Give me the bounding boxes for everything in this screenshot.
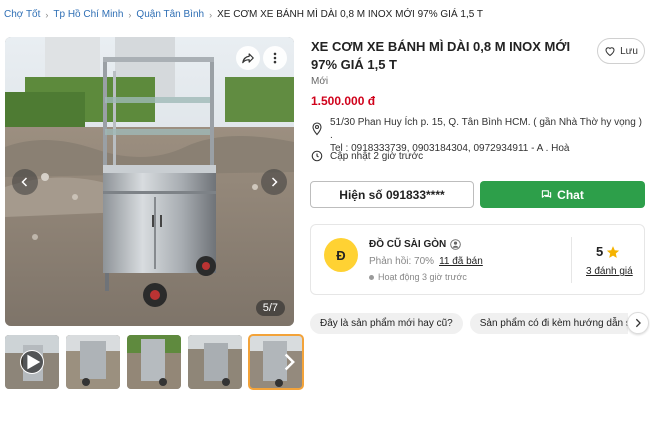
active-time: Hoạt động 3 giờ trước	[378, 272, 467, 282]
breadcrumb-link-district[interactable]: Quận Tân Bình	[136, 9, 204, 20]
thumbnail-video[interactable]	[5, 335, 59, 389]
image-gallery[interactable]: 5/7	[5, 37, 294, 326]
more-options-button[interactable]	[263, 46, 287, 70]
chevron-right-icon	[271, 177, 278, 187]
question-chip[interactable]: Sản phẩm có đi kèm hướng dẫn sử dụng khô…	[469, 313, 628, 334]
more-icon	[273, 52, 277, 64]
image-counter: 5/7	[255, 300, 285, 316]
share-icon	[242, 53, 254, 64]
breadcrumb-separator: ›	[45, 9, 49, 20]
divider	[571, 237, 572, 283]
condition-label: Mới	[311, 76, 329, 87]
share-button[interactable]	[236, 46, 260, 70]
gallery-next-button[interactable]	[261, 169, 287, 195]
updated-time: Cập nhật 2 giờ trước	[330, 150, 424, 162]
play-icon	[20, 350, 44, 374]
updated-row: Cập nhật 2 giờ trước	[311, 150, 423, 162]
seller-rating: 5	[596, 244, 620, 259]
sold-count-link[interactable]: 11 đã bán	[439, 256, 483, 267]
chevron-left-icon	[21, 177, 28, 187]
show-phone-button[interactable]: Hiện số 091833****	[310, 181, 474, 208]
status-dot	[369, 274, 374, 280]
thumbnail-image	[188, 335, 242, 389]
breadcrumb-link-city[interactable]: Tp Hồ Chí Minh	[53, 9, 123, 20]
chat-icon	[541, 190, 552, 198]
breadcrumb-current: XE CƠM XE BÁNH MÌ DÀI 0,8 M INOX MỚI 97%…	[217, 9, 483, 20]
thumbnail-image-2[interactable]	[66, 335, 120, 389]
user-icon	[450, 239, 462, 250]
seller-activity: Hoạt động 3 giờ trước	[369, 272, 467, 282]
seller-card[interactable]: Đ ĐỒ CŨ SÀI GÒN Phản hồi: 70% 11 đã bán H…	[310, 224, 645, 295]
thumbnail-image	[127, 335, 181, 389]
thumbnail-strip	[5, 334, 304, 390]
breadcrumb-separator: ›	[128, 9, 132, 20]
address-line: 51/30 Phan Huy Ích p. 15, Q. Tân Bình HC…	[330, 117, 642, 141]
reviews-link[interactable]: 3 đánh giá	[586, 266, 633, 277]
avatar[interactable]: Đ	[324, 238, 358, 272]
thumbnail-image	[66, 335, 120, 389]
chat-label: Chat	[557, 187, 584, 202]
breadcrumb-link-cho-tot[interactable]: Chợ Tốt	[4, 9, 40, 20]
save-button[interactable]: Lưu	[597, 38, 645, 64]
thumbnail-image-3[interactable]	[127, 335, 181, 389]
thumbnail-image-5-active[interactable]	[248, 334, 304, 390]
chevron-right-icon	[279, 350, 299, 374]
seller-name[interactable]: ĐỒ CŨ SÀI GÒN	[369, 239, 446, 250]
clock-icon	[311, 150, 323, 162]
thumbnail-image-4[interactable]	[188, 335, 242, 389]
gallery-prev-button[interactable]	[12, 169, 38, 195]
response-rate: Phản hồi: 70%	[369, 256, 435, 267]
seller-response: Phản hồi: 70% 11 đã bán	[369, 256, 483, 267]
location-icon	[312, 122, 322, 136]
price: 1.500.000 đ	[311, 94, 376, 108]
quick-questions: Đây là sản phẩm mới hay cũ? Sản phẩm có …	[310, 313, 628, 334]
listing-title: XE CƠM XE BÁNH MÌ DÀI 0,8 M INOX MỚI 97%…	[311, 39, 571, 72]
seller-name-row[interactable]: ĐỒ CŨ SÀI GÒN	[369, 239, 462, 250]
rating-value: 5	[596, 244, 604, 259]
breadcrumb: Chợ Tốt › Tp Hồ Chí Minh › Quận Tân Bình…	[4, 9, 483, 20]
star-icon	[607, 245, 620, 258]
chevron-right-icon	[635, 318, 641, 328]
chat-button[interactable]: Chat	[480, 181, 645, 208]
question-chip[interactable]: Đây là sản phẩm mới hay cũ?	[310, 313, 463, 334]
heart-icon	[605, 47, 615, 57]
product-photo	[5, 37, 294, 326]
chips-next-button[interactable]	[627, 312, 649, 334]
breadcrumb-separator: ›	[209, 9, 213, 20]
save-label: Lưu	[620, 45, 638, 57]
